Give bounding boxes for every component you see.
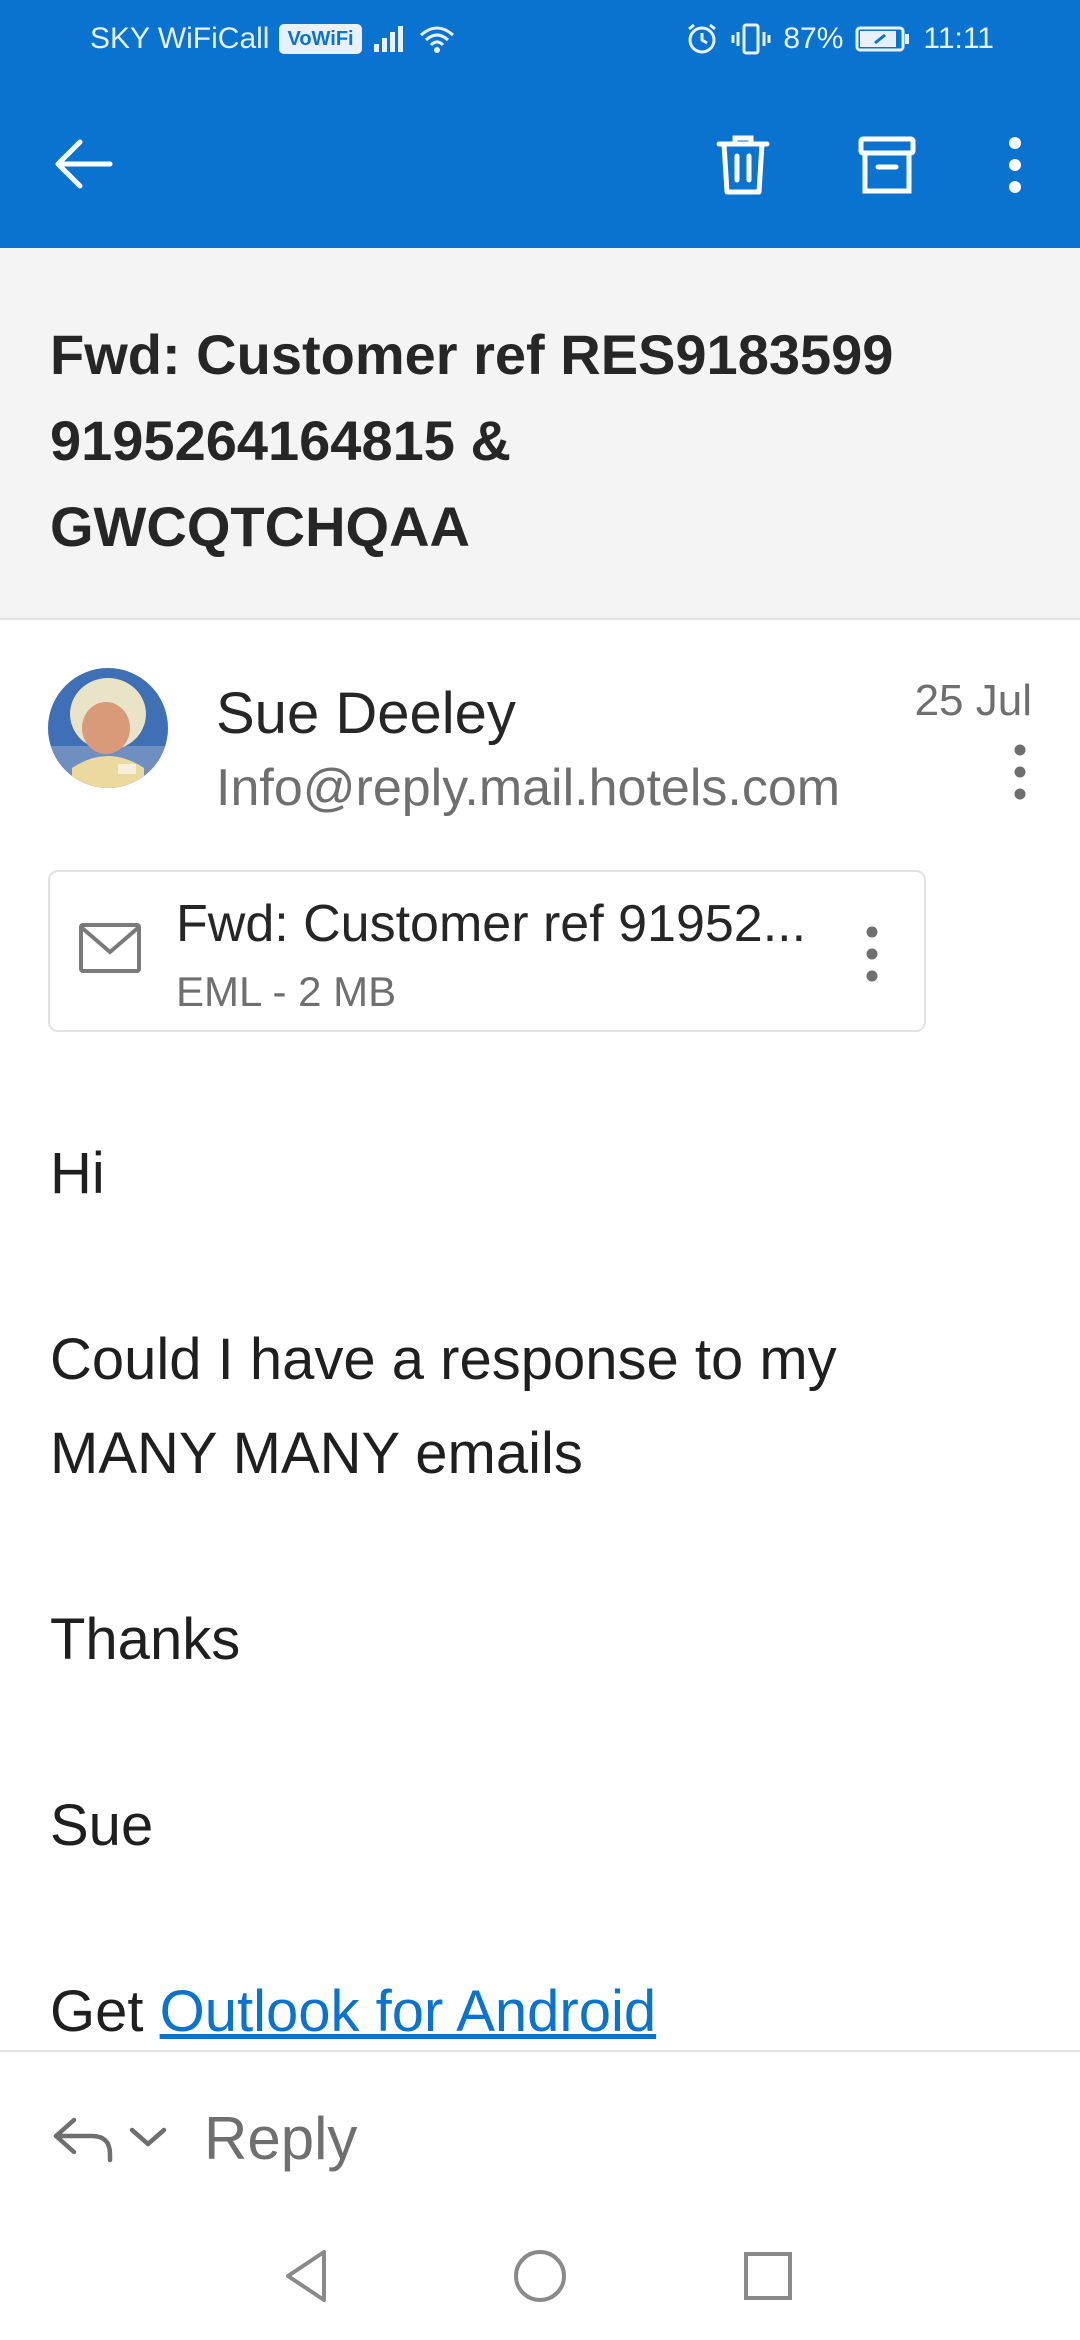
more-options-button[interactable] xyxy=(980,130,1050,200)
clock: 11:11 xyxy=(923,22,994,55)
arrow-left-icon xyxy=(55,139,113,189)
archive-icon xyxy=(858,136,916,194)
status-right: 87% 11:11 xyxy=(685,22,994,56)
vibrate-icon xyxy=(731,23,771,55)
triangle-back-icon[interactable] xyxy=(276,2244,340,2308)
attachment-meta: EML - 2 MB xyxy=(176,968,397,1015)
outlook-android-link[interactable]: Outlook for Android xyxy=(160,1979,657,2044)
body-signature: Sue xyxy=(50,1793,154,1858)
more-vertical-icon xyxy=(1009,137,1021,193)
body-footer: Get Outlook for Android xyxy=(50,1978,656,2045)
body-thanks: Thanks xyxy=(50,1607,241,1672)
body-greeting: Hi xyxy=(50,1141,105,1206)
message-subject: Fwd: Customer ref RES9183599 91952641648… xyxy=(50,312,970,570)
back-button[interactable] xyxy=(50,130,118,198)
battery-percent: 87% xyxy=(783,22,844,55)
system-nav-bar xyxy=(0,2220,1080,2340)
battery-icon xyxy=(855,26,910,52)
envelope-icon xyxy=(79,923,141,973)
attachment-card[interactable]: Fwd: Customer ref 91952... EML - 2 MB xyxy=(48,870,926,1032)
wifi-icon xyxy=(419,26,454,53)
attachment-more-button[interactable] xyxy=(854,924,890,984)
status-bar: SKY WiFiCall VoWiFi 87% 11:11 xyxy=(0,0,1080,80)
trash-icon xyxy=(716,135,770,195)
delete-button[interactable] xyxy=(708,130,778,200)
carrier-label: SKY WiFiCall xyxy=(90,22,270,55)
chevron-down-icon[interactable] xyxy=(128,2122,168,2152)
footer-prefix: Get xyxy=(50,1979,160,2044)
reply-button[interactable]: Reply xyxy=(204,2104,357,2173)
more-vertical-icon xyxy=(1014,744,1026,800)
archive-button[interactable] xyxy=(852,130,922,200)
square-recents-icon[interactable] xyxy=(736,2244,800,2308)
message-date: 25 Jul xyxy=(914,676,1032,725)
reply-icon xyxy=(53,2117,113,2163)
body-text-line: Could I have a response to my xyxy=(50,1327,837,1392)
sender-photo xyxy=(48,668,168,788)
signal-icon xyxy=(373,26,403,52)
subject-line: 9195264164815 & xyxy=(50,409,511,472)
attachment-name: Fwd: Customer ref 91952... xyxy=(176,895,807,953)
message-more-button[interactable] xyxy=(1002,742,1038,802)
subject-header: Fwd: Customer ref RES9183599 91952641648… xyxy=(0,248,1080,620)
subject-line: GWCQTCHQAA xyxy=(50,495,470,558)
more-vertical-icon xyxy=(866,926,878,982)
body-text-line: MANY MANY emails xyxy=(50,1421,583,1486)
vowifi-badge: VoWiFi xyxy=(279,24,362,54)
circle-home-icon[interactable] xyxy=(508,2244,572,2308)
status-left: SKY WiFiCall VoWiFi xyxy=(90,22,456,56)
reply-bar[interactable]: Reply xyxy=(0,2050,1080,2220)
sender-name[interactable]: Sue Deeley xyxy=(216,680,516,747)
app-header: SKY WiFiCall VoWiFi 87% 11:11 xyxy=(0,0,1080,248)
sender-email[interactable]: Info@reply.mail.hotels.com xyxy=(216,758,840,818)
avatar[interactable] xyxy=(48,668,168,788)
alarm-icon xyxy=(688,23,717,54)
subject-line: Fwd: Customer ref RES9183599 xyxy=(50,323,894,386)
